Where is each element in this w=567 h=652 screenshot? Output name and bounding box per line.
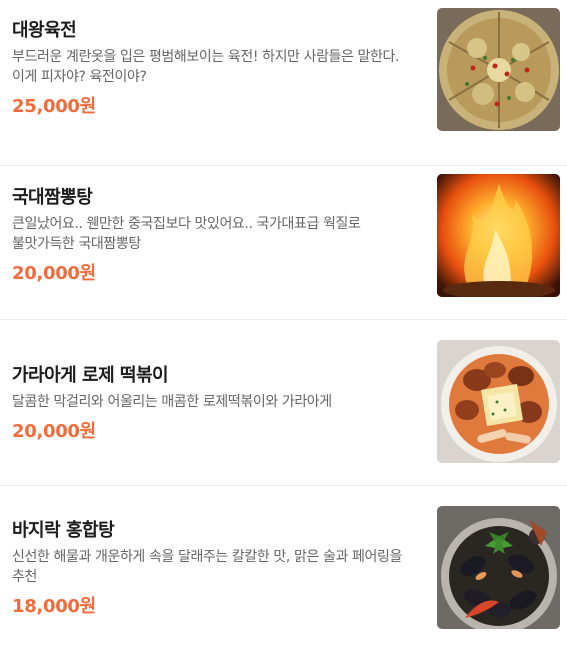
menu-item-price: 20,000원	[12, 263, 96, 284]
food-photo-mussel-soup[interactable]	[437, 506, 560, 629]
menu-item-yukjeon[interactable]: 대왕육전 부드러운 계란옷을 입은 평범해보이는 육전! 하지만 사람들은 말한…	[0, 0, 567, 166]
menu-item-rose-tteokbokki[interactable]: 가라아게 로제 떡볶이 달콤한 막걸리와 어울리는 매콤한 로제떡볶이와 가라아…	[0, 320, 567, 486]
yukjeon-photo-image	[437, 8, 560, 131]
menu-item-text: 대왕육전 부드러운 계란옷을 입은 평범해보이는 육전! 하지만 사람들은 말한…	[12, 20, 422, 119]
food-photo-yukjeon[interactable]	[437, 8, 560, 131]
menu-item-price: 25,000원	[12, 96, 96, 117]
menu-item-price: 20,000원	[12, 421, 96, 442]
menu-list: 대왕육전 부드러운 계란옷을 입은 평범해보이는 육전! 하지만 사람들은 말한…	[0, 0, 567, 637]
menu-item-mussel-soup[interactable]: 바지락 홍합탕 신선한 해물과 개운하게 속을 달래주는 칼칼한 맛, 맑은 술…	[0, 486, 567, 652]
rose-tteokbokki-photo-image	[437, 340, 560, 463]
menu-item-description: 큰일났어요.. 웬만한 중국집보다 맛있어요.. 국가대표급 웍질로 불맛가득한…	[12, 216, 361, 252]
menu-item-description: 신선한 해물과 개운하게 속을 달래주는 칼칼한 맛, 맑은 술과 페어링을 추…	[12, 549, 402, 585]
menu-item-description: 달콤한 막걸리와 어울리는 매콤한 로제떡볶이와 가라아게	[12, 394, 332, 410]
menu-item-text: 국대짬뽕탕 큰일났어요.. 웬만한 중국집보다 맛있어요.. 국가대표급 웍질로…	[12, 187, 422, 286]
jjamppong-photo-image	[437, 174, 560, 297]
menu-item-name: 국대짬뽕탕	[12, 187, 93, 208]
mussel-soup-photo-image	[437, 506, 560, 629]
menu-item-price: 18,000원	[12, 596, 96, 617]
food-photo-jjamppong[interactable]	[437, 174, 560, 297]
menu-item-jjamppong[interactable]: 국대짬뽕탕 큰일났어요.. 웬만한 중국집보다 맛있어요.. 국가대표급 웍질로…	[0, 154, 567, 320]
menu-item-text: 바지락 홍합탕 신선한 해물과 개운하게 속을 달래주는 칼칼한 맛, 맑은 술…	[12, 520, 422, 619]
menu-item-name: 바지락 홍합탕	[12, 520, 115, 541]
menu-item-name: 대왕육전	[12, 20, 77, 41]
menu-item-description: 부드러운 계란옷을 입은 평범해보이는 육전! 하지만 사람들은 말한다. 이게…	[12, 49, 400, 85]
menu-item-text: 가라아게 로제 떡볶이 달콤한 막걸리와 어울리는 매콤한 로제떡볶이와 가라아…	[12, 365, 422, 444]
food-photo-rose-tteokbokki[interactable]	[437, 340, 560, 463]
menu-item-name: 가라아게 로제 떡볶이	[12, 365, 169, 386]
